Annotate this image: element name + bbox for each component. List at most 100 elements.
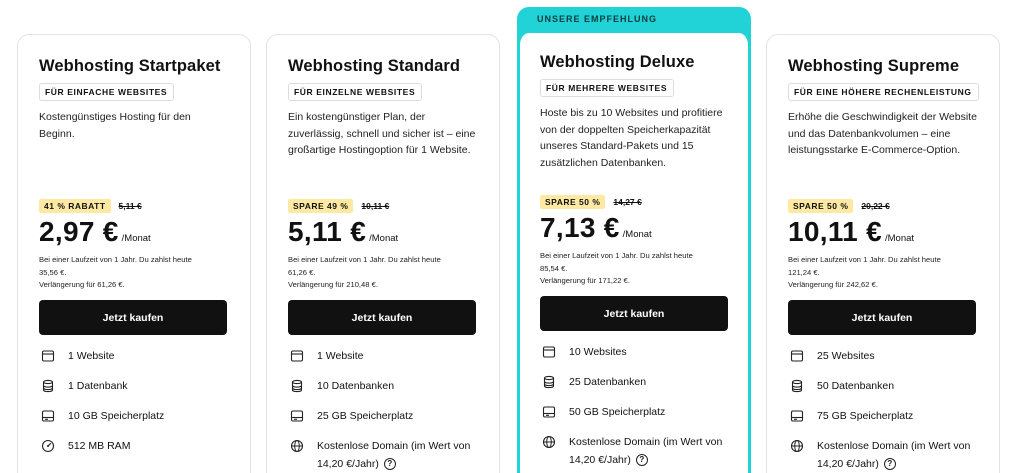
feature-item: Kostenlose Domain (im Wert von 14,20 €/J… bbox=[540, 433, 728, 467]
database-icon bbox=[542, 375, 556, 389]
price-row: 2,97 €/Monat bbox=[39, 216, 229, 250]
plan-title: Webhosting Supreme bbox=[788, 57, 960, 75]
feature-text: 25 Websites bbox=[817, 350, 875, 362]
note-line: Bei einer Laufzeit von 1 Jahr. Du zahlst… bbox=[788, 255, 941, 264]
help-icon[interactable]: ? bbox=[883, 458, 896, 471]
feature-list: 1 Website 10 Datenbanken 25 GB Speicherpla… bbox=[288, 347, 478, 471]
feature-text: 10 Websites bbox=[569, 346, 627, 358]
price-period: /Monat bbox=[884, 233, 915, 244]
billing-note: Bei einer Laufzeit von 1 Jahr. Du zahlst… bbox=[540, 250, 728, 288]
note-line: Bei einer Laufzeit von 1 Jahr. Du zahlst… bbox=[540, 251, 693, 260]
feature-item: Kostenlose Domain (im Wert von 14,20 €/J… bbox=[288, 437, 478, 471]
plan-card: Webhosting Startpaket FÜR EINFACHE WEBSIT… bbox=[17, 34, 251, 473]
hard-drive-icon bbox=[542, 405, 556, 419]
plan-tag: FÜR MEHRERE WEBSITES bbox=[540, 79, 675, 97]
buy-now-button[interactable]: Jetzt kaufen bbox=[288, 300, 476, 335]
plan-description: Ein kostengünstiger Plan, der zuverlässi… bbox=[288, 111, 476, 156]
feature-text: 50 GB Speicherplatz bbox=[569, 406, 666, 418]
hard-drive-icon bbox=[290, 409, 304, 423]
feature-list: 10 Websites 25 Datenbanken 50 GB Speicherp… bbox=[540, 343, 728, 467]
discount-badge: 41 % RABATT bbox=[39, 199, 111, 213]
note-line: Verlängerung für 171,22 €. bbox=[540, 276, 630, 285]
old-price: 14,27 € bbox=[613, 197, 642, 207]
old-price: 10,11 € bbox=[361, 201, 390, 211]
feature-list: 1 Website 1 Datenbank 10 GB Speicherplatz 5… bbox=[39, 347, 229, 467]
hard-drive-icon bbox=[790, 409, 804, 423]
price-period: /Monat bbox=[121, 233, 151, 244]
old-price: 5,11 € bbox=[118, 201, 142, 211]
feature-item: Kostenlose Domain (im Wert von 14,20 €/J… bbox=[788, 437, 978, 471]
note-line: 121,24 €. bbox=[788, 267, 820, 277]
feature-text: 1 Datenbank bbox=[68, 380, 128, 392]
plan-tag: FÜR EINFACHE WEBSITES bbox=[39, 83, 175, 101]
feature-text: 10 Datenbanken bbox=[317, 380, 395, 392]
globe-icon bbox=[290, 439, 304, 453]
feature-text: 50 Datenbanken bbox=[817, 380, 895, 392]
gauge-icon bbox=[41, 439, 55, 453]
globe-icon bbox=[790, 439, 804, 453]
discount-badge: SPARE 50 % bbox=[540, 195, 606, 209]
plan-description: Kostengünstiges Hosting für den Beginn. bbox=[39, 111, 191, 140]
browser-window-icon bbox=[290, 349, 304, 363]
price-row: 7,13 €/Monat bbox=[540, 212, 728, 246]
feature-text: 25 GB Speicherplatz bbox=[317, 410, 414, 422]
feature-text: 1 Website bbox=[68, 350, 115, 362]
buy-now-button[interactable]: Jetzt kaufen bbox=[540, 296, 728, 331]
discount-badge: SPARE 50 % bbox=[788, 199, 854, 213]
price: 5,11 € bbox=[288, 216, 367, 247]
note-line: Bei einer Laufzeit von 1 Jahr. Du zahlst… bbox=[288, 255, 441, 264]
discount-row: SPARE 49 % 10,11 € bbox=[288, 198, 478, 214]
plan-card: Webhosting Supreme FÜR EINE HÖHERE RECHEN… bbox=[766, 34, 1000, 473]
feature-text: 1 Website bbox=[317, 350, 364, 362]
price: 7,13 € bbox=[540, 212, 620, 243]
plan-description: Erhöhe die Geschwindigkeit der Website u… bbox=[788, 111, 977, 156]
note-line: 35,56 €. bbox=[39, 267, 67, 277]
browser-window-icon bbox=[790, 349, 804, 363]
note-line: Verlängerung für 61,26 €. bbox=[39, 280, 125, 289]
feature-item: 1 Datenbank bbox=[39, 377, 229, 407]
database-icon bbox=[41, 379, 55, 393]
hard-drive-icon bbox=[41, 409, 55, 423]
feature-text: 512 MB RAM bbox=[68, 440, 131, 452]
feature-text: 25 Datenbanken bbox=[569, 376, 647, 388]
browser-window-icon bbox=[542, 345, 556, 359]
old-price: 20,22 € bbox=[861, 201, 890, 211]
note-line: 85,54 €. bbox=[540, 263, 568, 273]
buy-now-button[interactable]: Jetzt kaufen bbox=[39, 300, 227, 335]
discount-row: SPARE 50 % 20,22 € bbox=[788, 198, 978, 214]
help-icon[interactable]: ? bbox=[383, 458, 396, 471]
browser-window-icon bbox=[41, 349, 55, 363]
buy-now-button[interactable]: Jetzt kaufen bbox=[788, 300, 976, 335]
price-period: /Monat bbox=[369, 233, 399, 244]
note-line: Verlängerung für 242,62 €. bbox=[788, 280, 878, 289]
feature-item: 1 Website bbox=[39, 347, 229, 377]
feature-text: 10 GB Speicherplatz bbox=[68, 410, 165, 422]
feature-item: 10 Datenbanken bbox=[288, 377, 478, 407]
database-icon bbox=[790, 379, 804, 393]
price-row: 10,11 €/Monat bbox=[788, 216, 978, 250]
billing-note: Bei einer Laufzeit von 1 Jahr. Du zahlst… bbox=[288, 254, 478, 292]
plan-tag: FÜR EINE HÖHERE RECHENLEISTUNG bbox=[788, 83, 979, 101]
discount-row: SPARE 50 % 14,27 € bbox=[540, 194, 728, 210]
feature-text: 75 GB Speicherplatz bbox=[817, 410, 914, 422]
feature-item: 50 Datenbanken bbox=[788, 377, 978, 407]
globe-icon bbox=[542, 435, 556, 449]
note-line: Bei einer Laufzeit von 1 Jahr. Du zahlst… bbox=[39, 255, 192, 264]
plan-title: Webhosting Deluxe bbox=[540, 53, 695, 71]
feature-item: 25 Websites bbox=[788, 347, 978, 377]
feature-item: 50 GB Speicherplatz bbox=[540, 403, 728, 433]
feature-item: 1 Website bbox=[288, 347, 478, 377]
note-line: 61,26 €. bbox=[288, 267, 316, 277]
feature-item: 25 Datenbanken bbox=[540, 373, 728, 403]
plan-tag: FÜR EINZELNE WEBSITES bbox=[288, 83, 423, 101]
help-icon[interactable]: ? bbox=[635, 454, 648, 467]
feature-item: 10 GB Speicherplatz bbox=[39, 407, 229, 437]
feature-list: 25 Websites 50 Datenbanken 75 GB Speicherp… bbox=[788, 347, 978, 471]
plan-card: Webhosting Deluxe FÜR MEHRERE WEBSITES Hos… bbox=[517, 33, 751, 473]
discount-badge: SPARE 49 % bbox=[288, 199, 354, 213]
plan-card: Webhosting Standard FÜR EINZELNE WEBSITES… bbox=[266, 34, 500, 473]
feature-item: 75 GB Speicherplatz bbox=[788, 407, 978, 437]
feature-item: 10 Websites bbox=[540, 343, 728, 373]
price-row: 5,11 €/Monat bbox=[288, 216, 478, 250]
plan-title: Webhosting Startpaket bbox=[39, 57, 221, 75]
